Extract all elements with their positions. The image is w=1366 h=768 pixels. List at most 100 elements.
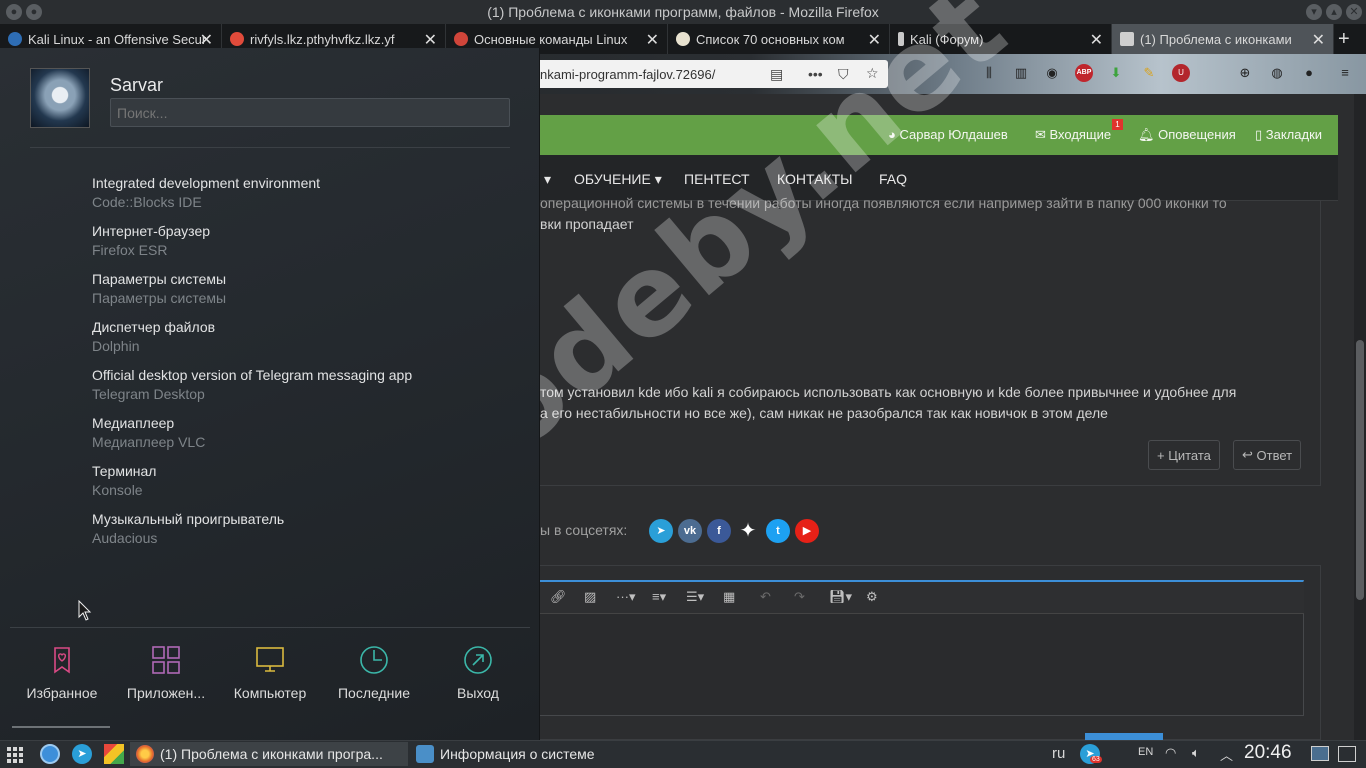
app-launcher-colorful-icon[interactable] [104, 744, 124, 764]
adblock-icon[interactable]: ABP [1075, 64, 1093, 82]
google-favicon-icon [230, 32, 244, 46]
favorite-firefox[interactable]: Интернет-браузер Firefox ESR [92, 223, 512, 258]
sparkle-share-icon[interactable]: ✦ [736, 519, 760, 543]
extension-icon[interactable]: ✎ [1140, 64, 1158, 82]
eyes-extension-icon[interactable]: ● [1300, 64, 1318, 82]
active-tab-indicator [12, 726, 110, 728]
reader-view-icon[interactable]: ▤ [770, 66, 783, 83]
tab-leave[interactable]: Выход [426, 645, 530, 701]
screen-layout-icon[interactable] [1338, 746, 1356, 762]
reply-label: Ответ [1256, 447, 1293, 463]
task-firefox[interactable]: (1) Проблема с иконками програ... [130, 742, 408, 766]
quote-button[interactable]: + Цитата [1148, 440, 1220, 470]
close-tab-icon[interactable]: ✕ [1312, 30, 1325, 50]
user-avatar[interactable] [30, 68, 90, 128]
menu-label: ОБУЧЕНИЕ [574, 171, 651, 187]
translate-icon[interactable]: ⊕ [1236, 64, 1254, 82]
close-tab-icon[interactable]: ✕ [646, 30, 659, 50]
link-icon[interactable]: 🔗︎ [550, 589, 567, 605]
post-text-line: операционной системы в течении работы ин… [540, 195, 1227, 211]
menu-dropdown-icon[interactable]: ▾ [544, 171, 551, 188]
linux-favicon-icon [676, 32, 690, 46]
site-favicon-icon [454, 32, 468, 46]
volume-icon[interactable]: 🔈︎ [1192, 745, 1200, 761]
close-tab-icon[interactable]: ✕ [424, 30, 437, 50]
new-tab-icon[interactable]: + [1338, 28, 1350, 51]
favorite-vlc[interactable]: Медиаплеер Медиаплеер VLC [92, 415, 512, 450]
tab-label: Приложен... [126, 685, 206, 701]
bookmarks-link[interactable]: ▯ Закладки [1255, 127, 1322, 143]
tab-recent[interactable]: Последние [322, 645, 426, 701]
twitter-share-icon[interactable]: t [766, 519, 790, 543]
show-desktop-icon[interactable] [1311, 746, 1329, 761]
system-info-icon [416, 745, 434, 763]
grid-icon [152, 646, 180, 674]
close-tab-icon[interactable]: ✕ [1090, 30, 1103, 50]
favorite-konsole[interactable]: Терминал Konsole [92, 463, 512, 498]
telegram-launcher-icon[interactable]: ➤ [72, 744, 92, 764]
tab-favorites[interactable]: Избранное [10, 645, 114, 701]
clock[interactable]: 20:46 [1244, 742, 1292, 764]
favorite-audacious[interactable]: Музыкальный проигрыватель Audacious [92, 511, 512, 546]
tab-label: Последние [337, 685, 410, 701]
hamburger-menu-icon[interactable]: ≡ [1336, 64, 1354, 82]
reply-button[interactable]: ↩ Ответ [1233, 440, 1302, 470]
telegram-share-icon[interactable]: ➤ [649, 519, 673, 543]
app-launcher-icon[interactable] [6, 746, 24, 764]
minimize-icon[interactable]: ▾ [1306, 4, 1322, 20]
tab-label: Список 70 основных ком [696, 31, 845, 47]
close-window-icon[interactable]: ✕ [1346, 4, 1362, 20]
tab-label: rivfyls.lkz.pthyhvfkz.lkz.yf [250, 31, 395, 47]
close-tab-icon[interactable]: ✕ [200, 30, 213, 50]
align-icon[interactable]: ≡▾ [652, 589, 666, 605]
bookmarks-label: Закладки [1265, 127, 1323, 142]
table-icon[interactable]: ▦ [723, 589, 735, 605]
tab-applications[interactable]: Приложен... [114, 645, 218, 701]
favorite-title: Integrated development environment [92, 175, 321, 191]
vk-share-icon[interactable]: vk [678, 519, 702, 543]
submit-button-edge[interactable] [1085, 733, 1163, 740]
favorite-dolphin[interactable]: Диспетчер файлов Dolphin [92, 319, 512, 354]
account-icon[interactable]: ◉ [1043, 64, 1061, 82]
favorite-telegram[interactable]: Official desktop version of Telegram mes… [92, 367, 512, 402]
inbox-badge: 1 [1112, 119, 1123, 130]
post-text-line: вки пропадает [540, 216, 634, 232]
favorite-title: Диспетчер файлов [92, 319, 216, 335]
favorite-system-settings[interactable]: Параметры системы Параметры системы [92, 271, 512, 306]
keyboard-layout-indicator[interactable]: EN [1138, 746, 1153, 758]
menu-item-training[interactable]: ОБУЧЕНИЕ ▾ [574, 171, 662, 188]
network-wifi-icon[interactable]: ◠ [1165, 745, 1176, 761]
favorite-subtitle: Параметры системы [92, 290, 227, 306]
settings-gear-icon[interactable]: ⚙ [866, 589, 878, 605]
favorite-subtitle: Telegram Desktop [92, 386, 205, 402]
tray-expand-icon[interactable]: ︿ [1220, 745, 1233, 764]
window-menu-icon[interactable]: ● [6, 4, 22, 20]
favorite-title: Official desktop version of Telegram mes… [92, 367, 413, 383]
chat-extension-icon[interactable]: ◍ [1268, 64, 1286, 82]
save-draft-icon[interactable]: 💾︎▾ [829, 589, 852, 605]
undo-icon[interactable]: ↶ [760, 589, 771, 605]
ublock-icon[interactable]: U [1172, 64, 1190, 82]
tab-current-problem[interactable]: (1) Проблема с иконками ✕ [1112, 24, 1334, 54]
favorite-codeblocks[interactable]: Integrated development environment Code:… [92, 175, 512, 210]
task-system-info[interactable]: Информация о системе [410, 742, 660, 766]
more-options-icon[interactable]: ···▾ [616, 589, 636, 605]
kali-favicon-icon [8, 32, 22, 46]
image-icon[interactable]: ▨ [584, 589, 596, 605]
alerts-link[interactable]: 🔔︎ Оповещения [1138, 127, 1236, 143]
redo-icon[interactable]: ↷ [794, 589, 805, 605]
list-icon[interactable]: ☰▾ [686, 589, 704, 605]
facebook-share-icon[interactable]: f [707, 519, 731, 543]
firefox-icon [136, 745, 154, 763]
scrollbar-thumb[interactable] [1356, 340, 1364, 600]
youtube-share-icon[interactable]: ▶ [795, 519, 819, 543]
inbox-link[interactable]: ✉ Входящие [1035, 127, 1111, 143]
maximize-icon[interactable]: ▴ [1326, 4, 1342, 20]
tab-computer[interactable]: Компьютер [218, 645, 322, 701]
language-indicator[interactable]: ru [1052, 745, 1065, 762]
tab-label: Выход [457, 685, 499, 701]
launcher-search-input[interactable] [110, 98, 510, 127]
pin-icon[interactable]: ● [26, 4, 42, 20]
browser-launcher-icon[interactable] [40, 744, 60, 764]
download-icon[interactable]: ⬇ [1107, 64, 1125, 82]
